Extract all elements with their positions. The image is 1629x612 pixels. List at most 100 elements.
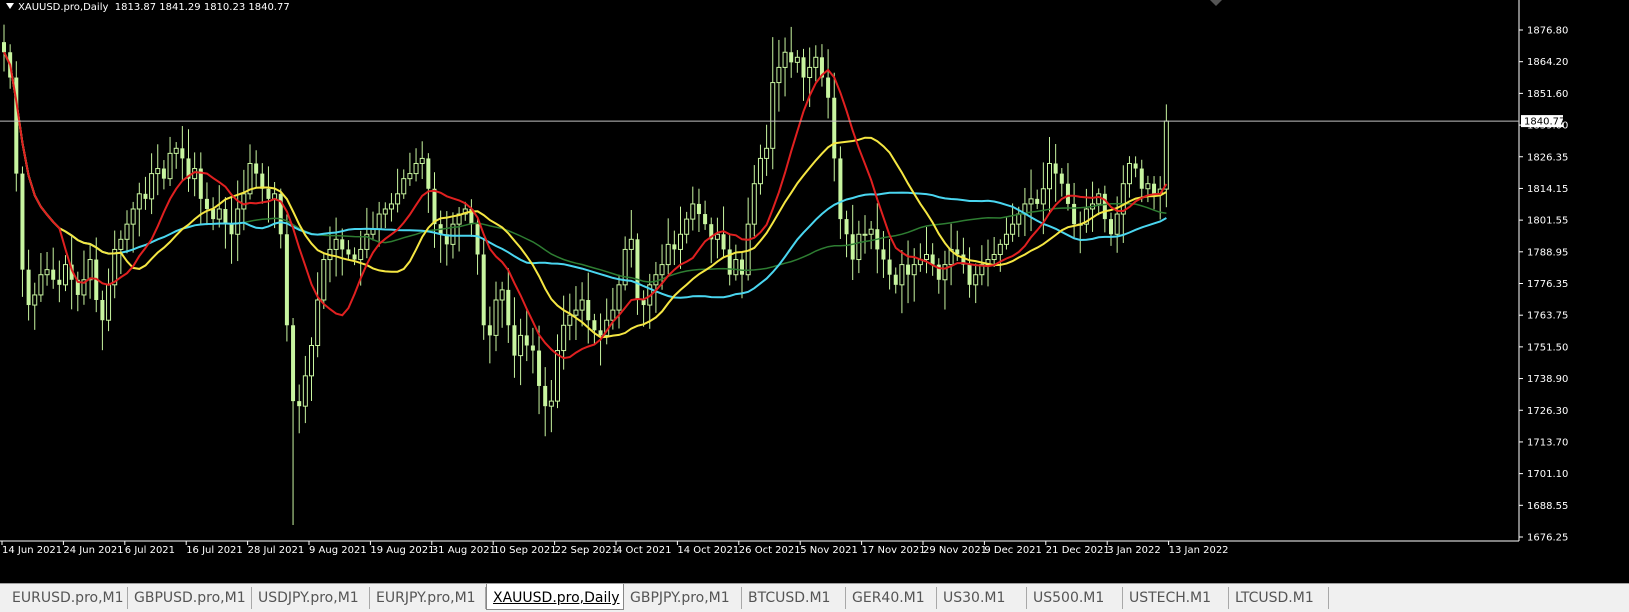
y-tick-label: 1738.90 (1527, 374, 1568, 385)
tab-ger40-m1[interactable]: GER40.M1 (846, 587, 937, 609)
candle-body-down (26, 269, 31, 306)
y-tick-label: 1814.15 (1527, 184, 1568, 195)
tab-usdjpy-pro-m1[interactable]: USDJPY.pro,M1 (252, 587, 370, 609)
candle-body-up (63, 264, 68, 286)
candle-body-down (352, 254, 357, 260)
candle-body-down (635, 239, 640, 300)
candle-body-up (794, 56, 800, 63)
candles-layer (2, 24, 1169, 525)
candle-body-up (690, 203, 696, 220)
candle-body-down (703, 214, 708, 225)
shift-marker-icon[interactable] (1210, 0, 1222, 6)
candle-body-down (801, 57, 806, 78)
tab-xauusd-pro-daily[interactable]: XAUUSD.pro,Daily (486, 584, 624, 610)
candle-body-down (1059, 173, 1064, 184)
candle-body-down (487, 325, 492, 336)
candle-body-down (967, 264, 972, 285)
candle-body-up (309, 345, 314, 377)
candle-body-up (44, 269, 50, 276)
candle-body-up (358, 248, 364, 261)
tab-ltcusd-m1[interactable]: LTCUSD.M1 (1229, 587, 1329, 609)
candle-body-down (260, 173, 265, 189)
tab-us30-m1[interactable]: US30.M1 (937, 587, 1027, 609)
tab-eurusd-pro-m1[interactable]: EURUSD.pro,M1 (6, 587, 128, 609)
candle-body-down (543, 385, 548, 407)
candle-body-down (930, 254, 935, 265)
candle-body-up (407, 173, 413, 180)
candle-body-down (721, 234, 726, 250)
candle-body-up (302, 375, 308, 407)
price-chart[interactable]: 1876.801864.201851.601839.001826.351814.… (0, 0, 1629, 583)
tab-btcusd-m1[interactable]: BTCUSD.M1 (742, 587, 846, 609)
x-tick-label: 17 Nov 2021 (862, 545, 926, 556)
chart-window[interactable]: 1876.801864.201851.601839.001826.351814.… (0, 0, 1629, 583)
x-tick-label: 31 Aug 2021 (432, 545, 496, 556)
candle-body-up (315, 299, 321, 347)
candle-body-up (333, 238, 339, 250)
candle-body-up (216, 208, 222, 220)
candle-body-up (419, 157, 425, 164)
tab-gbpjpy-pro-m1[interactable]: GBPJPY.pro,M1 (624, 587, 742, 609)
chart-ohlc: 1813.87 1841.29 1810.23 1840.77 (114, 2, 290, 13)
x-tick-label: 14 Oct 2021 (677, 545, 739, 556)
x-tick-label: 6 Jul 2021 (125, 545, 175, 556)
candle-body-up (1028, 198, 1034, 205)
candle-body-down (838, 158, 843, 220)
candle-body-up (388, 203, 394, 210)
candle-body-up (573, 309, 579, 316)
y-tick-label: 1751.50 (1527, 342, 1568, 353)
candle-body-up (813, 56, 819, 68)
candle-body-down (291, 325, 296, 402)
candle-body-down (2, 42, 6, 53)
candle-body-up (1114, 213, 1120, 235)
candle-body-down (1102, 193, 1107, 220)
candle-body-down (143, 193, 148, 199)
candle-body-down (426, 158, 431, 189)
candle-body-up (911, 264, 917, 276)
candle-body-up (548, 400, 554, 407)
candle-body-down (537, 350, 542, 386)
candle-body-up (167, 152, 173, 180)
tab-us500-m1[interactable]: US500.M1 (1027, 587, 1123, 609)
candle-body-up (395, 193, 401, 205)
candle-body-down (696, 203, 701, 215)
tab-eurjpy-pro-m1[interactable]: EURJPY.pro,M1 (370, 587, 486, 609)
y-tick-label: 1788.95 (1527, 247, 1568, 258)
collapse-triangle-icon[interactable] (6, 3, 14, 9)
y-tick-label: 1701.10 (1527, 469, 1568, 480)
candle-body-down (789, 52, 794, 63)
candle-body-up (942, 264, 948, 281)
candle-body-up (924, 253, 929, 261)
candle-body-down (340, 239, 345, 250)
x-tick-label: 19 Aug 2021 (370, 545, 434, 556)
tab-gbpusd-pro-m1[interactable]: GBPUSD.pro,M1 (128, 587, 252, 609)
x-tick-label: 28 Jul 2021 (248, 545, 305, 556)
candle-body-up (610, 309, 616, 321)
candle-body-down (592, 320, 597, 331)
moving-averages-layer (3, 51, 1168, 360)
y-tick-label: 1688.55 (1527, 501, 1568, 512)
candle-body-up (807, 66, 813, 79)
y-tick-label: 1801.55 (1527, 216, 1568, 227)
candle-body-up (413, 162, 419, 175)
candle-body-up (1096, 193, 1102, 205)
candle-body-down (254, 163, 259, 174)
candle-body-up (991, 253, 997, 261)
candle-body-up (579, 299, 585, 311)
candle-body-down (727, 249, 732, 275)
candle-body-up (173, 147, 179, 154)
candle-body-up (555, 350, 560, 402)
candle-body-down (641, 299, 646, 306)
candle-body-down (1139, 168, 1144, 189)
candle-body-down (906, 264, 911, 275)
candle-body-down (346, 249, 351, 255)
tab-ustech-m1[interactable]: USTECH.M1 (1123, 587, 1229, 609)
candle-body-down (100, 299, 105, 321)
candle-body-up (241, 193, 247, 210)
candle-body-up (118, 238, 124, 250)
chart-symbol: XAUUSD.pro,Daily (18, 2, 109, 13)
candle-body-down (832, 97, 837, 159)
ma-red-line (3, 51, 1168, 360)
candle-body-down (512, 325, 517, 356)
candle-body-down (204, 198, 209, 209)
